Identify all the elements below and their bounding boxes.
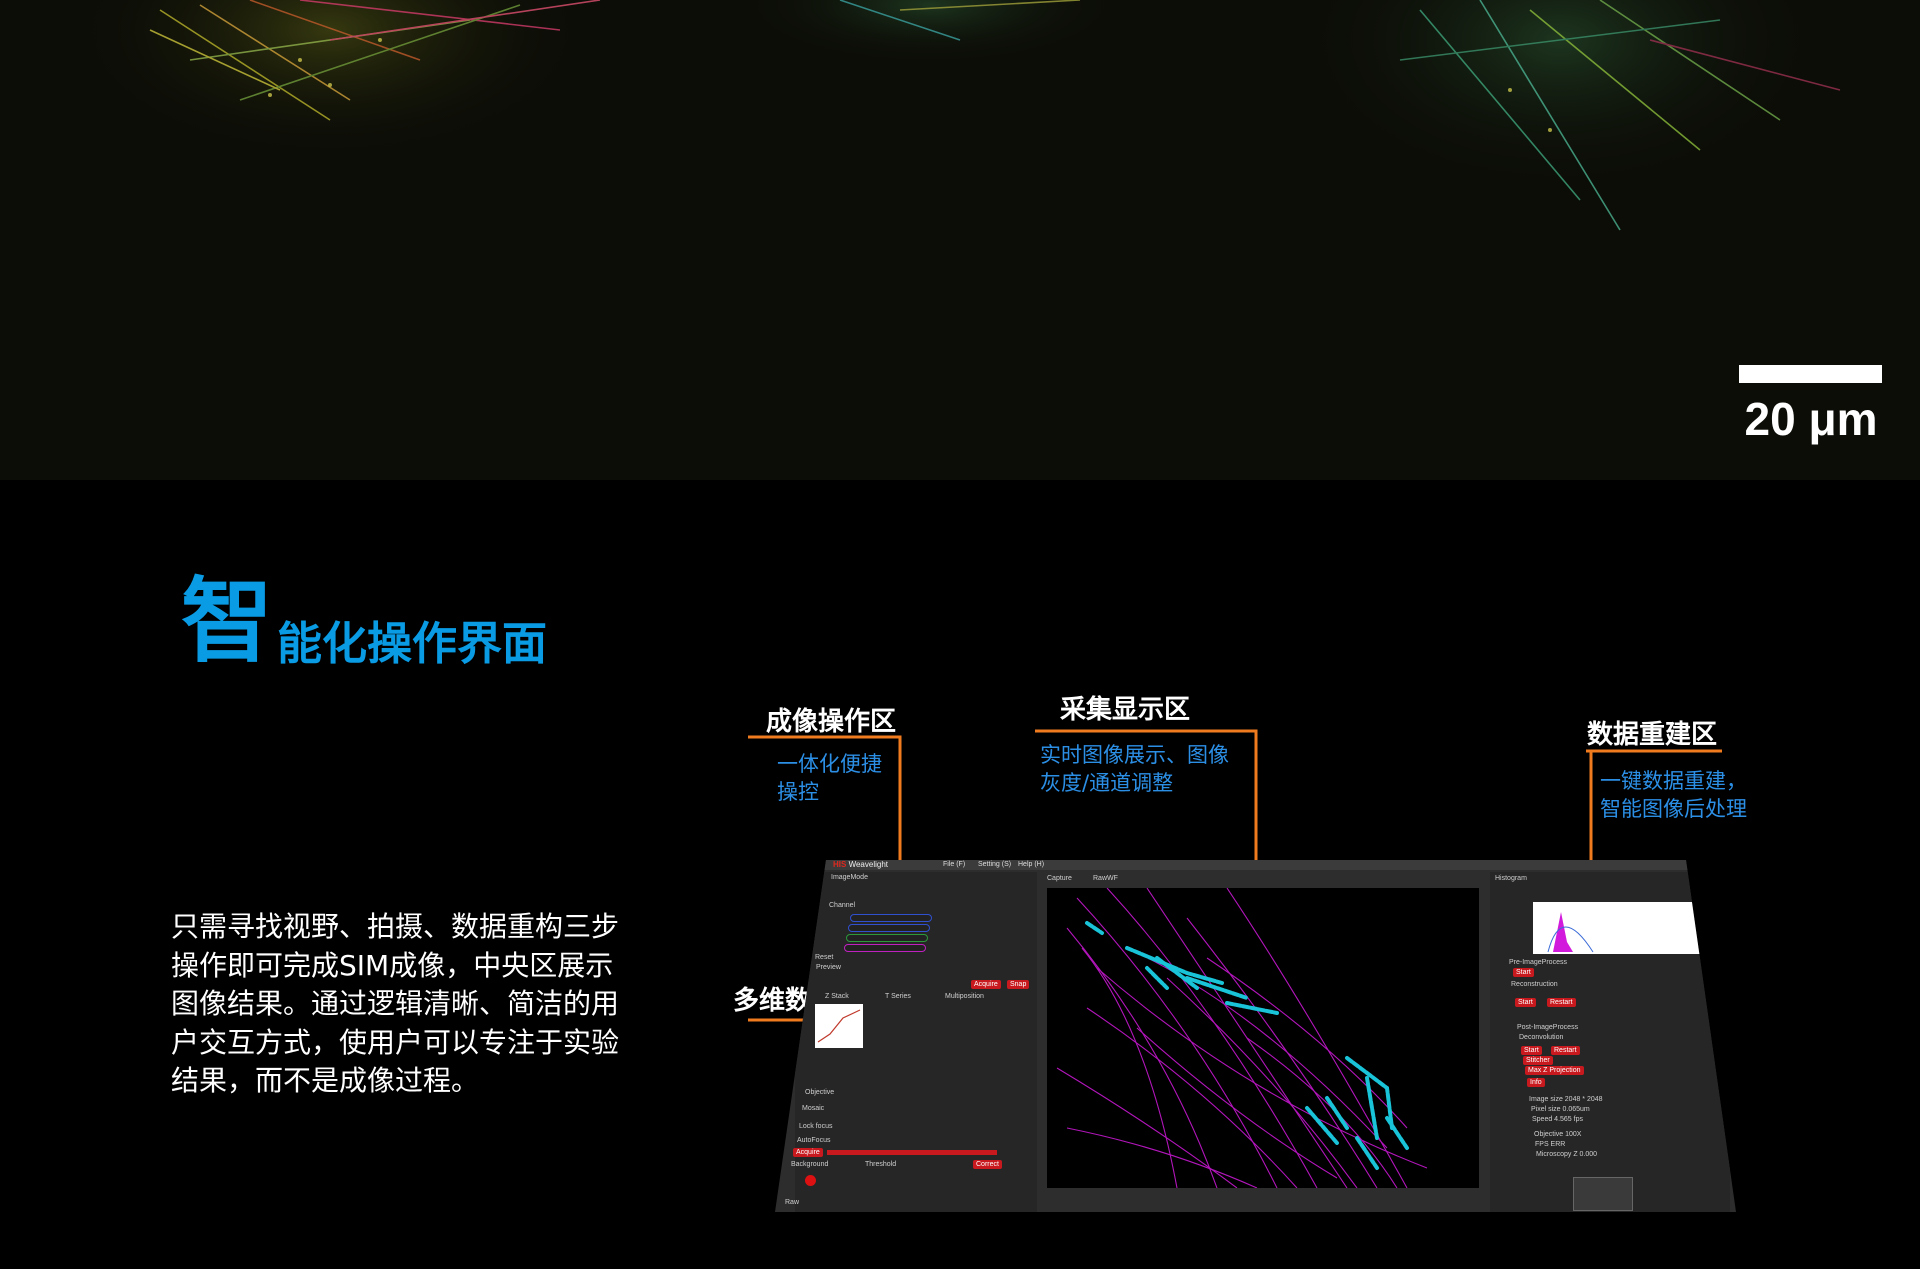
label-threshold: Threshold: [865, 1161, 897, 1168]
max-z-projection-button[interactable]: Max Z Projection: [1525, 1066, 1584, 1075]
tab-t-series[interactable]: T Series: [885, 992, 911, 1001]
stitcher-button[interactable]: Stitcher: [1523, 1056, 1553, 1065]
callout-desc-imaging-control: 一体化便捷 操控: [777, 752, 882, 804]
status-raw: Raw: [785, 1199, 800, 1206]
menu-setting[interactable]: Setting (S): [978, 860, 1011, 870]
label-post-imageprocess: Post-ImageProcess: [1517, 1024, 1579, 1031]
software-title-bar: [775, 860, 1736, 870]
label-preview: Preview: [816, 964, 841, 971]
software-screenshot: HIS Weavelight File (F) Setting (S) Help…: [775, 860, 1736, 1212]
histogram-curve: [1547, 912, 1594, 953]
acquire-button[interactable]: Acquire: [793, 1148, 823, 1157]
callout-title-data-reconstruction: 数据重建区: [1587, 720, 1718, 750]
channel-slider-3[interactable]: [846, 934, 928, 942]
label-histogram: Histogram: [1495, 875, 1527, 882]
reconstruction-start-button[interactable]: Start: [1515, 998, 1536, 1007]
post-process-start-button[interactable]: Start: [1521, 1046, 1542, 1055]
record-icon[interactable]: [805, 1175, 816, 1186]
specimen-image: [1056, 888, 1428, 1188]
acquisition-display-panel[interactable]: [1047, 888, 1479, 1188]
label-imagemode: ImageMode: [831, 874, 868, 881]
label-background: Background: [791, 1161, 829, 1168]
reconstruction-restart-button[interactable]: Restart: [1547, 998, 1576, 1007]
correct-button[interactable]: Correct: [973, 1160, 1002, 1169]
channel-slider-2[interactable]: [848, 924, 930, 932]
label-pre-imageprocess: Pre-ImageProcess: [1509, 959, 1567, 966]
tab-z-stack[interactable]: Z Stack: [825, 992, 849, 1001]
info-microscopy-z: Microscopy Z 0.000: [1536, 1151, 1598, 1158]
info-pixel-size: Pixel size 0.065um: [1531, 1106, 1590, 1113]
label-deconvolution: Deconvolution: [1519, 1034, 1564, 1041]
label-mosaic[interactable]: Mosaic: [802, 1104, 824, 1113]
label-reconstruction: Reconstruction: [1511, 981, 1558, 988]
callout-desc-acquisition-display: 实时图像展示、图像 灰度/通道调整: [1040, 743, 1229, 795]
label-channel: Channel: [829, 902, 856, 909]
z-stack-preview-graph: [815, 1004, 863, 1048]
menu-file[interactable]: File (F): [943, 860, 965, 870]
label-lock-focus[interactable]: Lock focus: [799, 1122, 832, 1131]
tab-rawwf[interactable]: RawWF: [1093, 874, 1118, 883]
callout-title-acquisition-display: 采集显示区: [1060, 695, 1191, 725]
callout-title-imaging-control: 成像操作区: [766, 707, 897, 737]
info-image-size: Image size 2048 * 2048: [1529, 1096, 1603, 1103]
tab-capture[interactable]: Capture: [1047, 874, 1072, 883]
pre-process-start-button[interactable]: Start: [1513, 968, 1534, 977]
channel-slider-4[interactable]: [844, 944, 926, 952]
preview-acquire-button[interactable]: Acquire: [971, 980, 1001, 989]
button-reset[interactable]: Reset: [815, 953, 833, 962]
channel-slider-1[interactable]: [850, 914, 932, 922]
info-speed: Speed 4.565 fps: [1532, 1116, 1583, 1123]
info-fps: FPS ERR: [1535, 1141, 1566, 1148]
tab-multiposition[interactable]: Multiposition: [945, 992, 984, 1001]
label-autofocus[interactable]: AutoFocus: [797, 1136, 830, 1145]
acquire-progress-bar: [827, 1150, 997, 1155]
software-brand: HIS Weavelight: [833, 860, 889, 869]
position-thumbnail: [1573, 1177, 1633, 1211]
menu-help[interactable]: Help (H): [1018, 860, 1044, 870]
callout-desc-data-reconstruction: 一键数据重建， 智能图像后处理: [1600, 769, 1747, 821]
snap-button[interactable]: Snap: [1007, 980, 1030, 989]
histogram-chart: [1533, 902, 1703, 954]
post-process-restart-button[interactable]: Restart: [1551, 1046, 1580, 1055]
info-tab[interactable]: Info: [1527, 1078, 1545, 1087]
label-objective: Objective: [805, 1089, 835, 1096]
info-objective: Objective 100X: [1534, 1131, 1582, 1138]
